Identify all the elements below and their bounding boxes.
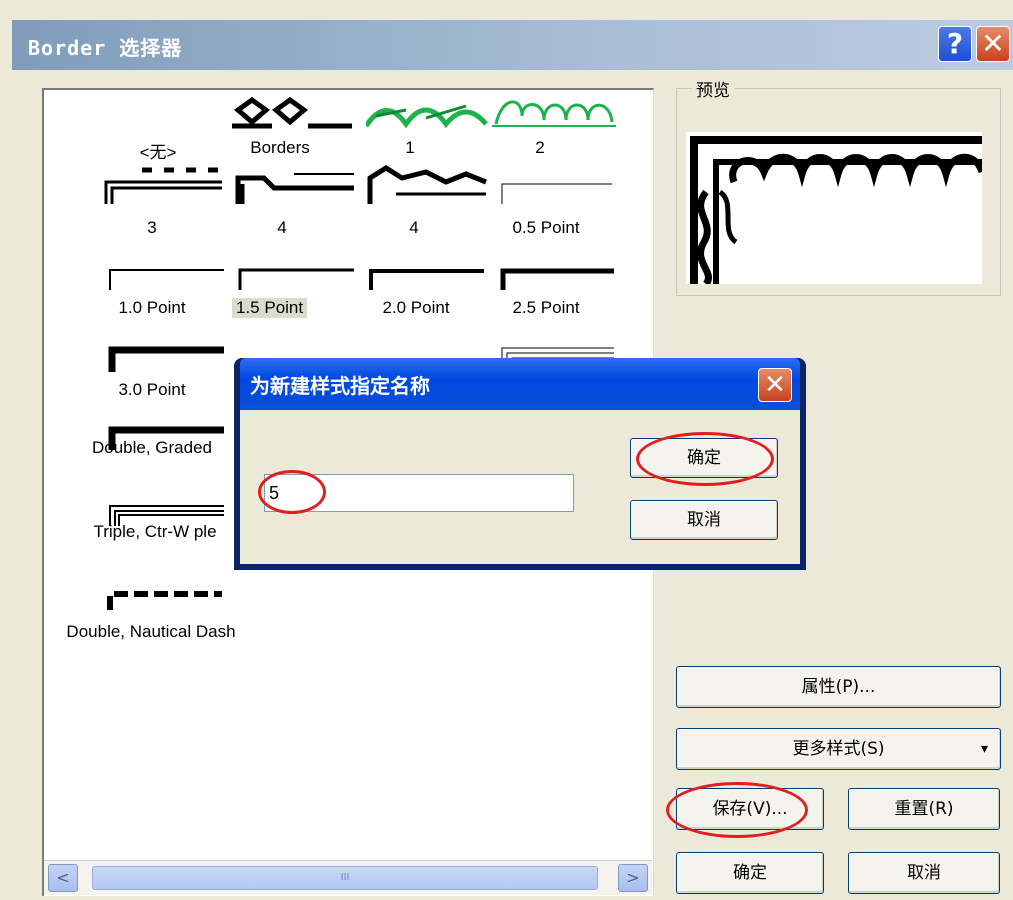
- more-styles-label: 更多样式(S): [792, 739, 885, 759]
- preview-box: [686, 132, 986, 287]
- border-item-1[interactable]: 1: [360, 138, 460, 158]
- dialog-cancel-button[interactable]: 取消: [630, 500, 778, 540]
- dropdown-arrow-icon: ▾: [980, 741, 988, 757]
- more-styles-button[interactable]: 更多样式(S) ▾: [676, 728, 1001, 770]
- border-3-0pt-thumbnail[interactable]: [108, 346, 224, 372]
- border-item-3-0pt[interactable]: 3.0 Point: [102, 380, 202, 400]
- scroll-left-button[interactable]: <: [48, 864, 78, 892]
- border-0-5pt-thumbnail[interactable]: [500, 182, 614, 206]
- border-item-borders[interactable]: Borders: [230, 138, 330, 158]
- save-button[interactable]: 保存(V)...: [676, 788, 824, 830]
- border-4-thumbnail[interactable]: [234, 164, 358, 206]
- properties-button[interactable]: 属性(P)...: [676, 666, 1001, 708]
- close-button[interactable]: ✕: [976, 26, 1010, 62]
- preview-label: 预览: [692, 76, 734, 101]
- border-4b-thumbnail[interactable]: [366, 164, 490, 206]
- ok-button[interactable]: 确定: [676, 852, 824, 894]
- help-button[interactable]: ?: [938, 26, 972, 62]
- border-item-triple[interactable]: Triple, Ctr-W ple: [80, 522, 230, 542]
- scroll-right-button[interactable]: >: [618, 864, 648, 892]
- border-item-double-nautical-dash[interactable]: Double, Nautical Dash: [46, 622, 256, 642]
- border-item-4[interactable]: 4: [232, 218, 332, 238]
- border-item-2-5pt[interactable]: 2.5 Point: [496, 298, 596, 318]
- style-name-input[interactable]: 5: [264, 474, 574, 512]
- borders-thumbnail[interactable]: [232, 96, 364, 130]
- horizontal-scrollbar[interactable]: < III >: [44, 860, 652, 895]
- border-item-none[interactable]: <无>: [108, 138, 208, 163]
- border-1-0pt-thumbnail[interactable]: [108, 268, 224, 290]
- cancel-button[interactable]: 取消: [848, 852, 1000, 894]
- border-item-1-5pt-selected[interactable]: 1.5 Point: [232, 298, 308, 318]
- border-2-thumbnail[interactable]: [492, 96, 620, 130]
- dialog-title: 为新建样式指定名称: [250, 374, 430, 398]
- scrollbar-thumb[interactable]: III: [92, 866, 598, 890]
- border-item-0-5pt[interactable]: 0.5 Point: [496, 218, 596, 238]
- border-item-1-0pt[interactable]: 1.0 Point: [102, 298, 202, 318]
- border-item-2-0pt[interactable]: 2.0 Point: [366, 298, 466, 318]
- dialog-ok-button[interactable]: 确定: [630, 438, 778, 478]
- border-1-thumbnail[interactable]: [366, 96, 490, 130]
- border-3-thumbnail[interactable]: [102, 164, 226, 206]
- border-item-2[interactable]: 2: [490, 138, 590, 158]
- border-item-3[interactable]: 3: [102, 218, 202, 238]
- window-title: Border 选择器: [28, 36, 183, 60]
- preview-border-graphic: [690, 136, 986, 287]
- border-nautical-dash-thumbnail[interactable]: [106, 588, 226, 610]
- reset-button[interactable]: 重置(R): [848, 788, 1000, 830]
- border-item-4b[interactable]: 4: [364, 218, 464, 238]
- border-item-double-graded[interactable]: Double, Graded: [72, 438, 232, 458]
- border-2-0pt-thumbnail[interactable]: [368, 268, 484, 290]
- dialog-close-button[interactable]: ✕: [758, 368, 792, 402]
- dialog-titlebar: 为新建样式指定名称 ✕: [240, 358, 800, 410]
- border-1-5pt-thumbnail[interactable]: [238, 268, 354, 290]
- window-titlebar: Border 选择器 ? ✕: [12, 20, 1013, 70]
- border-2-5pt-thumbnail[interactable]: [500, 268, 614, 290]
